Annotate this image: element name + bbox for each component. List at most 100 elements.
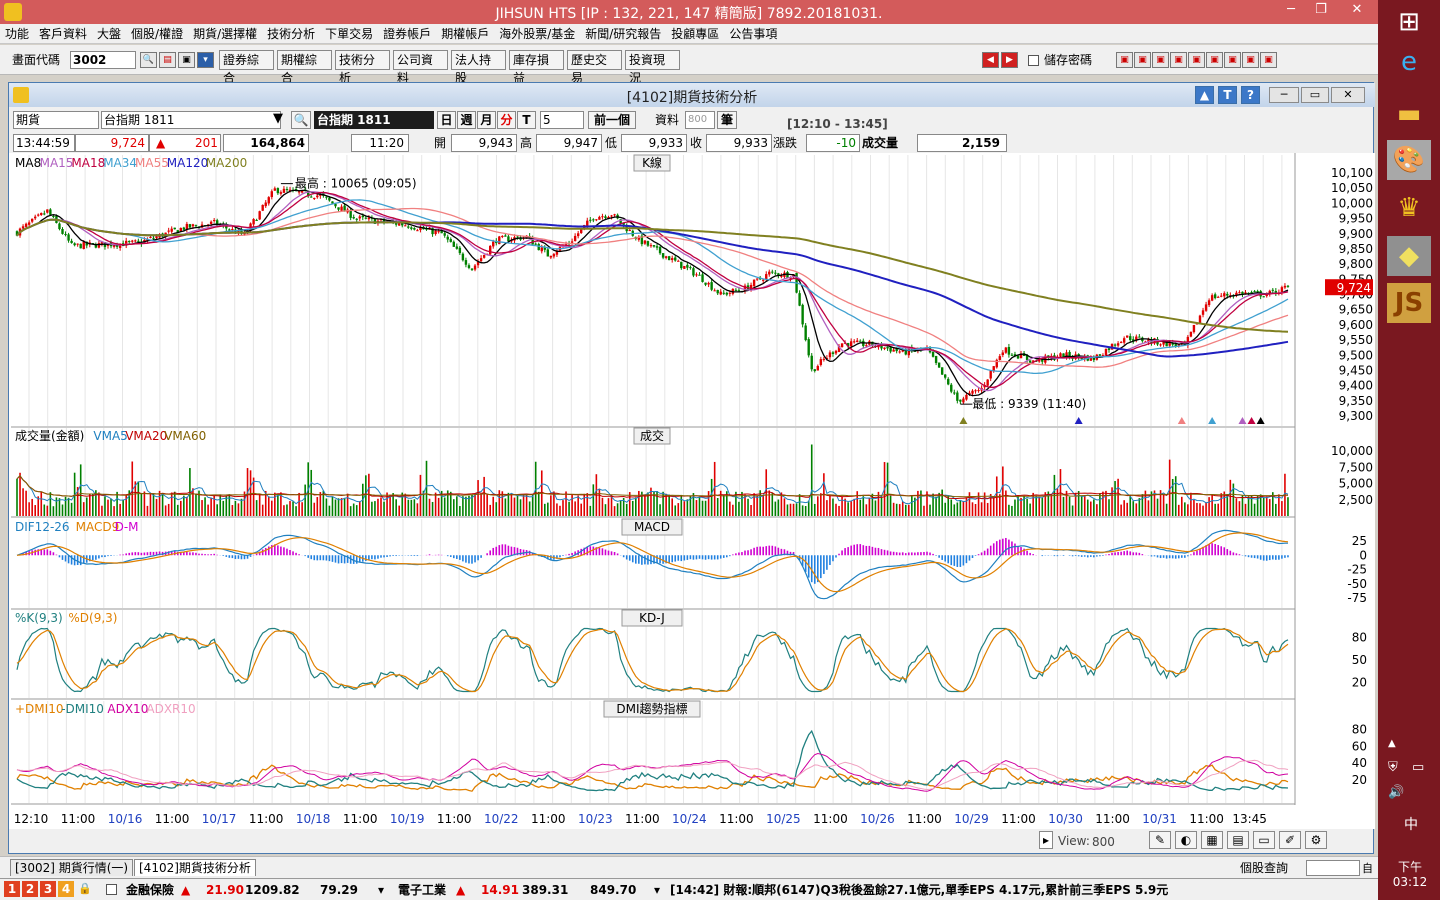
notes-app-icon[interactable]: ◆: [1387, 236, 1431, 276]
menu-item-6[interactable]: 下單交易: [320, 24, 378, 44]
menu-item-4[interactable]: 期貨/選擇權: [188, 24, 262, 44]
ticker-item1-price: 21.90: [206, 883, 244, 897]
toolbar-button-7[interactable]: 投資現況: [625, 50, 680, 85]
menu-item-0[interactable]: 功能: [0, 24, 34, 44]
ticker-news-dropdown-icon[interactable]: ▾: [654, 881, 660, 899]
candle-body: [658, 247, 662, 254]
menu-item-3[interactable]: 個股/權證: [126, 24, 188, 44]
stock-query-input[interactable]: [1306, 860, 1360, 876]
maximize-button[interactable]: ❐: [1306, 0, 1336, 22]
lock-icon[interactable]: 🔒: [78, 882, 92, 895]
menu-item-8[interactable]: 期權帳戶: [436, 24, 494, 44]
tray-network-icon[interactable]: ▭: [1412, 760, 1424, 775]
candle-body: [667, 256, 671, 261]
ime-indicator[interactable]: 中: [1404, 814, 1418, 834]
macd-tick: -50: [1347, 577, 1367, 591]
eraser-icon[interactable]: ✎: [1149, 831, 1171, 849]
tray-shield-icon[interactable]: ⛨: [1388, 760, 1398, 775]
minimize-button[interactable]: ─: [1276, 0, 1306, 22]
bucket-icon[interactable]: ◐: [1175, 831, 1197, 849]
menu-item-2[interactable]: 大盤: [92, 24, 126, 44]
search-icon[interactable]: 🔍: [140, 52, 157, 68]
toolbar-button-3[interactable]: 公司資料: [393, 50, 448, 85]
menu-item-7[interactable]: 證券帳戶: [378, 24, 436, 44]
candle-body: [610, 215, 613, 217]
ticker-dropdown-icon[interactable]: ▾: [378, 881, 384, 899]
windows-start-icon[interactable]: ⊞: [1387, 2, 1431, 42]
settings-icon[interactable]: ▣: [1224, 52, 1241, 68]
tray-volume-icon[interactable]: 🔊: [1388, 785, 1404, 800]
menu-item-10[interactable]: 新聞/研究報告: [580, 24, 666, 44]
close-button[interactable]: ✕: [1336, 0, 1378, 22]
table-icon[interactable]: ▤: [1227, 831, 1249, 849]
prev-arrow-icon[interactable]: ◀: [982, 52, 999, 68]
gear-icon[interactable]: ⚙: [1305, 831, 1327, 849]
text-box-icon[interactable]: ▣: [1188, 52, 1205, 68]
code-input[interactable]: 3002: [70, 51, 136, 69]
menu-item-11[interactable]: 投顧專區: [666, 24, 724, 44]
ie-browser-icon[interactable]: e: [1387, 42, 1431, 82]
quick-num-2[interactable]: 2: [22, 881, 38, 897]
jihsun-app-icon[interactable]: JS: [1387, 283, 1431, 323]
quick-num-3[interactable]: 3: [40, 881, 56, 897]
crown-app-icon[interactable]: ♛: [1387, 188, 1431, 228]
candle-body: [834, 350, 838, 354]
ticker-checkbox[interactable]: [106, 884, 117, 895]
quick-num-1[interactable]: 1: [4, 881, 20, 897]
toolbar-button-2[interactable]: 技術分析: [335, 50, 390, 85]
candle-body: [962, 398, 965, 403]
save-password-checkbox[interactable]: [1028, 55, 1039, 66]
candle-body: [155, 236, 158, 239]
toolbar-button-5[interactable]: 庫存損益: [509, 50, 564, 85]
price-tick: 9,900: [1339, 227, 1373, 241]
x-axis-label: 11:00: [625, 812, 660, 826]
toolbar-button-6[interactable]: 歷史交易: [567, 50, 622, 85]
low-note: 最低 : 9339 (11:40): [972, 397, 1086, 411]
candle-body: [352, 217, 355, 219]
candle-body: [771, 271, 774, 273]
stock-query-button[interactable]: 自: [1362, 860, 1373, 876]
window-tool-icon[interactable]: ▭: [1253, 831, 1275, 849]
candle-body: [43, 213, 46, 215]
tab-0[interactable]: [3002] 期貨行情(一): [10, 859, 134, 876]
toolbar-button-0[interactable]: 證券綜合: [219, 50, 274, 85]
export-icon[interactable]: ▣: [1260, 52, 1277, 68]
tray-up-arrow-icon[interactable]: ▲: [1388, 738, 1396, 749]
grid-icon[interactable]: ▣: [1134, 52, 1151, 68]
calendar-icon[interactable]: ▤: [159, 52, 176, 68]
scroll-right-button[interactable]: ▸: [1039, 831, 1053, 849]
pen-icon[interactable]: ✐: [1279, 831, 1301, 849]
menu-item-9[interactable]: 海外股票/基金: [494, 24, 580, 44]
candle-body: [258, 211, 261, 220]
file-explorer-icon[interactable]: ▬: [1387, 94, 1431, 134]
legend-dmi-1: -DMI10: [61, 702, 104, 716]
print-tool-icon[interactable]: ▣: [1242, 52, 1259, 68]
toolbar-button-1[interactable]: 期權綜合: [277, 50, 332, 85]
quick-num-4[interactable]: 4: [58, 881, 74, 897]
dropdown-icon[interactable]: ▾: [197, 52, 214, 68]
menu-item-1[interactable]: 客戶資料: [34, 24, 92, 44]
candle-body: [498, 236, 501, 245]
print-icon[interactable]: ▣: [178, 52, 195, 68]
draw-line-icon[interactable]: ▣: [1116, 52, 1133, 68]
menu-item-5[interactable]: 技術分析: [262, 24, 320, 44]
finger-icon[interactable]: ▣: [1170, 52, 1187, 68]
candle-body: [188, 224, 192, 228]
candle-body: [1189, 331, 1193, 337]
toolbar-button-4[interactable]: 法人持股: [451, 50, 506, 85]
volume-tick: 2,500: [1339, 493, 1373, 507]
candle-body: [1271, 289, 1274, 291]
candle-body: [680, 261, 683, 269]
paint-icon[interactable]: 🎨: [1387, 140, 1431, 180]
x-axis-label: 10/24: [672, 812, 707, 826]
window-icon[interactable]: ▣: [1152, 52, 1169, 68]
candle-body: [646, 241, 650, 246]
tab-1[interactable]: [4102]期貨技術分析: [134, 859, 256, 876]
legend-k-1: MA15: [40, 156, 74, 170]
stack-icon[interactable]: ▦: [1201, 831, 1223, 849]
system-clock[interactable]: 下午 03:12: [1380, 858, 1440, 889]
menu-item-12[interactable]: 公告事項: [724, 24, 782, 44]
next-arrow-icon[interactable]: ▶: [1001, 52, 1018, 68]
chart-area[interactable]: 最高 : 10065 (09:05) 最低 : 9339 (11:40) 10,10…: [9, 83, 1375, 855]
chart-icon[interactable]: ▣: [1206, 52, 1223, 68]
